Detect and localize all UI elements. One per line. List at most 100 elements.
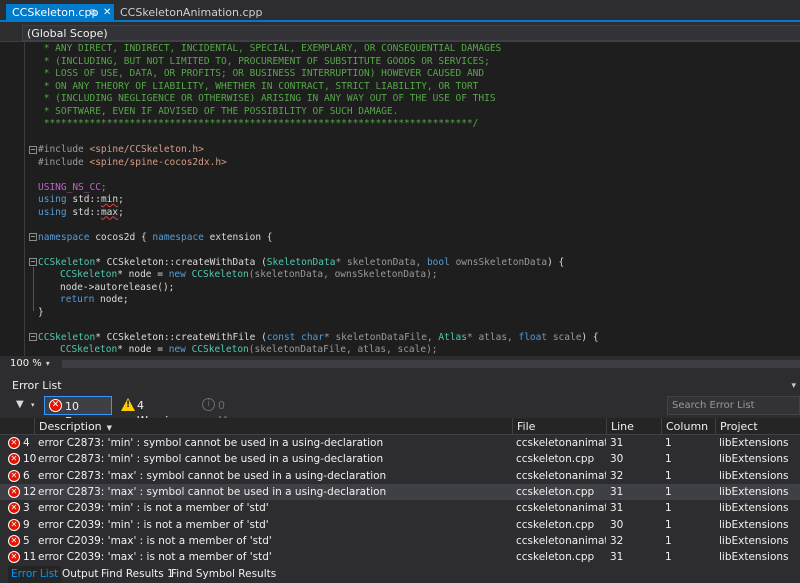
error-line: 31 <box>610 485 624 498</box>
code-line: return node; <box>60 294 129 305</box>
error-project: libExtensions <box>719 551 789 564</box>
scope-dropdown[interactable]: (Global Scope) <box>22 25 800 41</box>
error-number: 10 <box>23 453 37 466</box>
code-line: using std::min; <box>38 194 124 205</box>
table-row[interactable]: ✕ 6 error C2873: 'max' : symbol cannot b… <box>0 468 800 484</box>
column-label: Line <box>611 420 634 433</box>
fold-toggle-icon[interactable]: − <box>29 233 37 241</box>
close-icon[interactable]: ✕ <box>103 4 111 22</box>
code-line: } <box>38 306 44 318</box>
tab-find-results-1[interactable]: Find Results 1 <box>98 566 177 583</box>
error-number: 11 <box>23 551 37 564</box>
error-project: libExtensions <box>719 518 789 531</box>
error-column: 1 <box>665 469 672 482</box>
tab-label: CCSkeleton.cpp <box>12 6 99 19</box>
error-line: 32 <box>610 469 624 482</box>
error-project: libExtensions <box>719 485 789 498</box>
error-description: error C2873: 'max' : symbol cannot be us… <box>38 485 387 498</box>
error-column: 1 <box>665 502 672 515</box>
error-icon: ✕ <box>8 534 20 547</box>
error-column: 1 <box>665 551 672 564</box>
error-table-header: Description ▼ File Line Column Project <box>0 418 800 435</box>
error-icon: ✕ <box>8 453 20 466</box>
error-project: libExtensions <box>719 534 789 547</box>
error-file: ccskeleton.cpp <box>516 518 595 531</box>
zoom-dropdown[interactable]: 100 % ▾ <box>10 357 50 371</box>
table-row[interactable]: ✕ 5 error C2039: 'max' : is not a member… <box>0 533 800 549</box>
error-project: libExtensions <box>719 437 789 449</box>
tab-find-symbol-results[interactable]: Find Symbol Results <box>168 566 279 583</box>
table-row[interactable]: ✕ 9 error C2039: 'min' : is not a member… <box>0 517 800 533</box>
error-column: 1 <box>665 437 672 449</box>
error-list-toolbar: ▼ ▾ ✕ 10 Errors ! 4 Warnings i 0 Message… <box>0 395 800 428</box>
tab-ccskeletonanimation-cpp[interactable]: CCSkeletonAnimation.cpp <box>114 4 264 22</box>
code-line: * ON ANY THEORY OF LIABILITY, WHETHER IN… <box>38 80 479 92</box>
tab-output[interactable]: Output <box>59 566 101 583</box>
messages-filter-button[interactable]: i 0 Messages <box>198 396 278 427</box>
error-column: 1 <box>665 485 672 498</box>
table-row[interactable]: ✕ 11 error C2039: 'max' : is not a membe… <box>0 549 800 565</box>
code-line: CCSkeleton* CCSkeleton::createWithData (… <box>38 256 565 268</box>
error-number: 12 <box>23 485 37 498</box>
error-project: libExtensions <box>719 469 789 482</box>
search-error-list-input[interactable]: Search Error List <box>667 396 800 415</box>
column-header-column[interactable]: Column <box>661 418 715 435</box>
column-header-project[interactable]: Project <box>715 418 800 435</box>
error-file: ccskeletonanimation.cpp <box>516 437 606 449</box>
error-description: error C2039: 'max' : is not a member of … <box>38 534 272 547</box>
code-line: namespace cocos2d { namespace extension … <box>38 231 273 243</box>
error-number: 9 <box>23 518 30 531</box>
errors-filter-button[interactable]: ✕ 10 Errors <box>44 396 112 428</box>
filter-icon[interactable]: ▼ <box>16 399 24 410</box>
error-icon: ✕ <box>8 437 20 449</box>
fold-toggle-icon[interactable]: − <box>29 333 37 341</box>
error-description: error C2873: 'min' : symbol cannot be us… <box>38 437 384 449</box>
table-row[interactable]: ✕ 3 error C2039: 'min' : is not a member… <box>0 500 800 516</box>
table-row[interactable]: ✕ 10 error C2873: 'min' : symbol cannot … <box>0 451 800 467</box>
column-header-line[interactable]: Line <box>606 418 661 435</box>
zoom-level: 100 % <box>10 358 42 369</box>
error-number: 6 <box>23 469 30 482</box>
error-icon: ✕ <box>8 518 20 531</box>
error-description: error C2873: 'max' : symbol cannot be us… <box>38 469 387 482</box>
error-description: error C2873: 'min' : symbol cannot be us… <box>38 453 384 466</box>
editor-status-bar: 100 % ▾ <box>0 357 800 371</box>
error-file: ccskeletonanimation.cpp <box>516 469 606 482</box>
warnings-filter-button[interactable]: ! 4 Warnings <box>118 396 192 427</box>
pin-icon[interactable]: ⧉ <box>90 4 96 22</box>
column-header-description[interactable]: Description ▼ <box>34 418 512 435</box>
error-line: 30 <box>610 453 624 466</box>
error-number: 5 <box>23 534 30 547</box>
tab-ccskeleton-cpp[interactable]: CCSkeleton.cpp ⧉ ✕ <box>6 4 114 22</box>
chevron-down-icon[interactable]: ▾ <box>31 401 35 409</box>
error-column: 1 <box>665 518 672 531</box>
code-line: * SOFTWARE, EVEN IF ADVISED OF THE POSSI… <box>38 105 399 117</box>
code-line: #include <spine/CCSkeleton.h> <box>38 144 204 155</box>
code-line: USING_NS_CC; <box>38 181 107 193</box>
horizontal-scrollbar[interactable] <box>62 360 800 368</box>
tab-error-list[interactable]: Error List <box>8 566 62 583</box>
code-line: * ANY DIRECT, INDIRECT, INCIDENTAL, SPEC… <box>38 43 502 54</box>
fold-toggle-icon[interactable]: − <box>29 258 37 266</box>
table-row-selected[interactable]: ✕ 12 error C2873: 'max' : symbol cannot … <box>0 483 800 501</box>
chevron-down-icon[interactable]: ▾ <box>791 378 796 394</box>
error-line: 31 <box>610 502 624 515</box>
column-header-file[interactable]: File <box>512 418 606 435</box>
error-line: 31 <box>610 437 624 449</box>
error-project: libExtensions <box>719 453 789 466</box>
gutter-divider <box>24 42 25 356</box>
error-file: ccskeletonanimation.cpp <box>516 534 606 547</box>
tab-label: CCSkeletonAnimation.cpp <box>120 6 263 19</box>
error-icon: ✕ <box>8 469 20 482</box>
info-icon: i <box>202 398 215 411</box>
error-column: 1 <box>665 534 672 547</box>
code-editor[interactable]: * ANY DIRECT, INDIRECT, INCIDENTAL, SPEC… <box>0 42 800 356</box>
error-project: libExtensions <box>719 502 789 515</box>
fold-toggle-icon[interactable]: − <box>29 146 37 154</box>
error-description: error C2039: 'min' : is not a member of … <box>38 518 269 531</box>
table-row[interactable]: ✕ 4 error C2873: 'min' : symbol cannot b… <box>0 435 800 451</box>
code-line: CCSkeleton* node = new CCSkeleton(skelet… <box>60 269 438 280</box>
code-line: ****************************************… <box>38 118 479 129</box>
error-icon: ✕ <box>8 502 20 515</box>
error-icon: ✕ <box>8 551 20 564</box>
